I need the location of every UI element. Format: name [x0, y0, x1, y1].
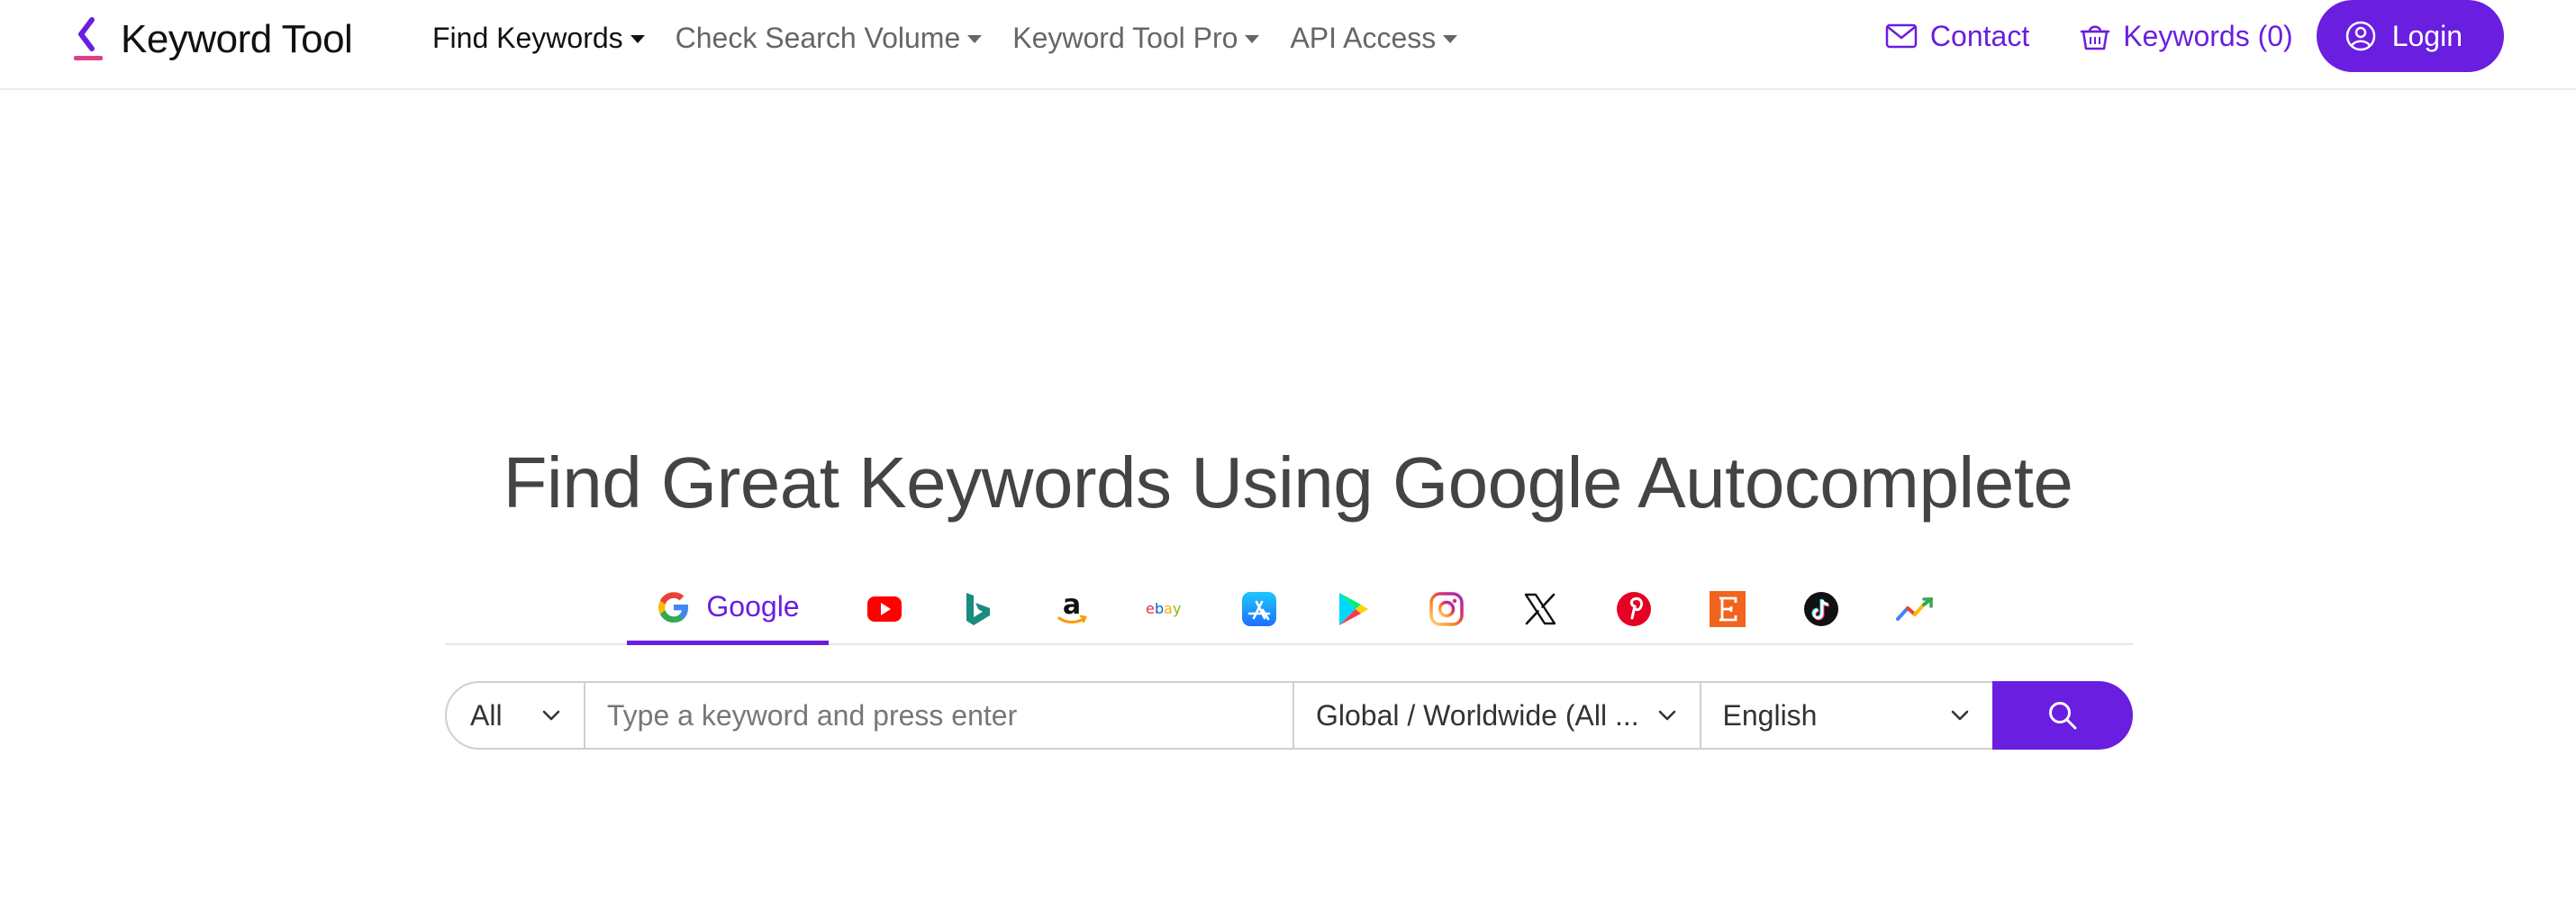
tab-trends[interactable] [1877, 573, 1953, 645]
nav-check-search-volume-label: Check Search Volume [675, 21, 961, 54]
page-title: Find Great Keywords Using Google Autocom… [503, 442, 2073, 523]
nav-api-access[interactable]: API Access [1290, 21, 1458, 55]
navbar: Keyword Tool Find Keywords Check Search … [0, 0, 2576, 90]
pinterest-icon [1617, 592, 1651, 626]
tab-x[interactable] [1502, 573, 1578, 645]
keywords-basket-link[interactable]: Keywords (0) [2080, 20, 2293, 53]
caret-down-icon [1245, 34, 1260, 43]
brand-name: Keyword Tool [121, 17, 353, 61]
search-button[interactable] [1992, 681, 2133, 750]
tab-instagram[interactable] [1409, 573, 1484, 645]
nav-find-keywords-label: Find Keywords [432, 21, 623, 54]
google-icon [658, 591, 689, 623]
envelope-icon [1885, 23, 1918, 49]
tab-tiktok[interactable] [1783, 573, 1859, 645]
nav-keyword-tool-pro-label: Keyword Tool Pro [1012, 21, 1238, 54]
nav-find-keywords[interactable]: Find Keywords [432, 22, 645, 55]
ebay-icon: e b a y [1146, 600, 1181, 617]
location-value: Global / Worldwide (All ... [1316, 698, 1639, 732]
language-value: English [1722, 698, 1818, 732]
etsy-icon [1710, 591, 1746, 627]
amazon-icon: a [1057, 590, 1087, 623]
caret-down-icon [630, 34, 645, 43]
search-type-value: All [470, 698, 503, 732]
contact-label: Contact [1929, 19, 2030, 52]
search-icon [2049, 702, 2077, 730]
bing-icon [966, 593, 990, 625]
chevron-down-icon [1658, 710, 1675, 721]
location-select[interactable]: Global / Worldwide (All ... [1294, 681, 1701, 750]
main-nav: Find Keywords Check Search Volume Keywor… [432, 18, 1488, 58]
nav-keyword-tool-pro[interactable]: Keyword Tool Pro [1012, 21, 1260, 55]
youtube-icon [867, 596, 902, 622]
tab-etsy[interactable] [1690, 573, 1765, 645]
keyword-input-wrapper [585, 681, 1294, 750]
caret-down-icon [967, 34, 983, 43]
caret-down-icon [1443, 34, 1458, 43]
tab-amazon[interactable]: a [1034, 573, 1110, 645]
login-button[interactable]: Login [2316, 0, 2504, 72]
chevron-down-icon [1951, 710, 1969, 721]
app-store-icon [1242, 592, 1276, 626]
svg-text:y: y [1173, 600, 1181, 617]
nav-check-search-volume[interactable]: Check Search Volume [676, 22, 983, 55]
tab-play-store[interactable] [1315, 573, 1391, 645]
tiktok-icon [1804, 592, 1838, 626]
svg-text:e: e [1146, 600, 1155, 617]
brand-logo-link[interactable]: Keyword Tool [72, 14, 353, 65]
keywords-count-label: Keywords (0) [2123, 19, 2293, 52]
chevron-down-icon [542, 710, 560, 721]
platform-tabs: Google a e b a y [445, 573, 2133, 645]
keyword-search-input[interactable] [606, 698, 1271, 732]
basket-icon [2080, 25, 2110, 50]
login-label: Login [2391, 19, 2463, 52]
tab-ebay[interactable]: e b a y [1128, 573, 1203, 645]
contact-link[interactable]: Contact [1885, 20, 2029, 53]
nav-actions: Contact Keywords (0) Login [1835, 0, 2504, 72]
tab-app-store[interactable] [1221, 573, 1297, 645]
tab-google[interactable]: Google [627, 573, 829, 645]
instagram-icon [1429, 592, 1464, 626]
language-select[interactable]: English [1701, 681, 1995, 750]
tab-bing[interactable] [940, 573, 1016, 645]
svg-text:b: b [1155, 600, 1164, 617]
user-circle-icon [2345, 21, 2375, 51]
keyword-tool-logo-icon [72, 14, 108, 65]
tab-google-label: Google [706, 590, 800, 623]
tab-youtube[interactable] [847, 573, 922, 645]
tab-pinterest[interactable] [1596, 573, 1672, 645]
nav-api-access-label: API Access [1290, 21, 1437, 54]
search-bar: All Global / Worldwide (All ... English [445, 681, 2133, 750]
trends-icon [1896, 597, 1933, 621]
svg-text:a: a [1063, 590, 1081, 621]
search-type-select[interactable]: All [445, 681, 585, 750]
play-store-icon [1339, 593, 1368, 625]
x-icon [1524, 593, 1556, 625]
svg-text:a: a [1164, 600, 1173, 617]
